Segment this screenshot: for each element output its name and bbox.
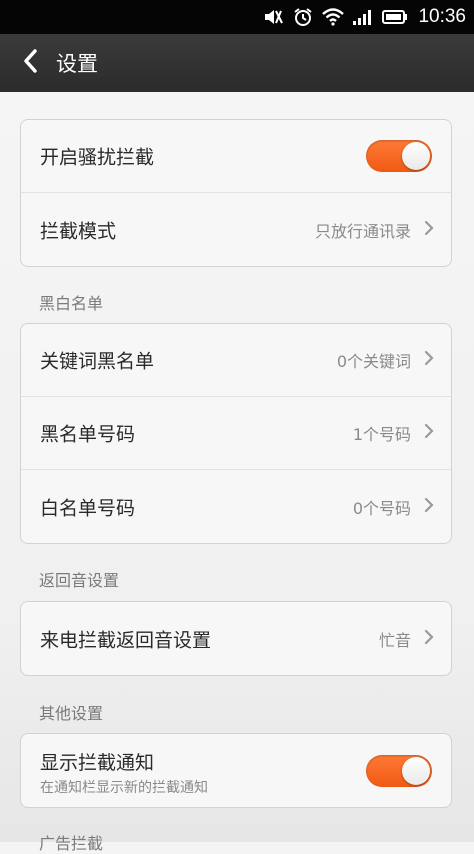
chevron-right-icon <box>424 629 434 649</box>
title-bar: 设置 <box>0 34 474 92</box>
row-label: 来电拦截返回音设置 <box>40 629 212 651</box>
row-value: 忙音 <box>378 630 411 650</box>
row-return-tone[interactable]: 来电拦截返回音设置 忙音 <box>21 602 451 675</box>
back-button[interactable] <box>8 34 52 92</box>
section-header-blackwhite: 黑白名单 <box>39 294 104 313</box>
card-blackwhite: 关键词黑名单 0个关键词 黑名单号码 1个号码 白名单号码 0个号码 <box>20 323 452 544</box>
mute-icon <box>262 7 284 27</box>
row-show-notification[interactable]: 显示拦截通知 在通知栏显示新的拦截通知 <box>21 734 451 807</box>
chevron-right-icon <box>424 423 434 443</box>
notification-toggle[interactable] <box>366 754 432 787</box>
signal-icon <box>352 8 374 26</box>
row-label: 黑名单号码 <box>40 423 136 446</box>
row-label: 显示拦截通知 <box>40 752 155 774</box>
row-label: 开启骚扰拦截 <box>40 146 155 169</box>
settings-content[interactable]: 开启骚扰拦截 拦截模式 只放行通讯录 黑白名单 关键词黑名单 0个关键词 黑名单… <box>0 92 474 853</box>
intercept-toggle[interactable] <box>366 140 432 172</box>
toggle-knob <box>402 142 430 170</box>
toggle-knob <box>402 756 430 785</box>
section-header-other: 其他设置 <box>39 704 104 723</box>
section-header-ads: 广告拦截 <box>39 834 104 853</box>
row-blacklist-numbers[interactable]: 黑名单号码 1个号码 <box>21 397 451 470</box>
chevron-right-icon <box>424 220 434 240</box>
row-value: 0个关键词 <box>336 352 411 371</box>
card-return-tone: 来电拦截返回音设置 忙音 <box>20 601 452 676</box>
row-label: 拦截模式 <box>40 220 117 242</box>
row-value: 0个号码 <box>352 498 411 518</box>
status-icons: 10:36 <box>262 0 466 34</box>
alarm-icon <box>292 7 314 27</box>
row-value: 只放行通讯录 <box>314 221 411 241</box>
row-intercept-mode[interactable]: 拦截模式 只放行通讯录 <box>21 193 451 266</box>
row-keyword-blacklist[interactable]: 关键词黑名单 0个关键词 <box>21 324 451 397</box>
status-bar: 10:36 <box>0 0 474 34</box>
row-subtitle: 在通知栏显示新的拦截通知 <box>40 780 208 796</box>
chevron-right-icon <box>424 497 434 517</box>
status-time: 10:36 <box>418 6 466 27</box>
row-label: 关键词黑名单 <box>40 350 155 373</box>
wifi-icon <box>322 8 345 26</box>
card-intercept: 开启骚扰拦截 拦截模式 只放行通讯录 <box>20 119 452 267</box>
row-whitelist-numbers[interactable]: 白名单号码 0个号码 <box>21 470 451 543</box>
row-label: 白名单号码 <box>40 497 136 519</box>
section-header-return-tone: 返回音设置 <box>39 571 120 590</box>
battery-icon <box>382 9 408 25</box>
card-other: 显示拦截通知 在通知栏显示新的拦截通知 <box>20 733 452 808</box>
row-enable-intercept[interactable]: 开启骚扰拦截 <box>21 120 451 193</box>
page-title: 设置 <box>56 52 98 76</box>
row-value: 1个号码 <box>352 425 411 444</box>
chevron-right-icon <box>424 350 434 370</box>
chevron-left-icon <box>21 48 39 78</box>
